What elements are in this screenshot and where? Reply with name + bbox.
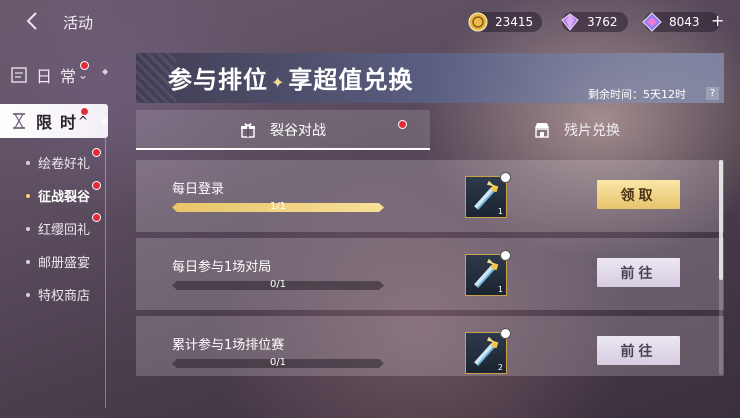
sidebar-item-label: 红缨回礼: [38, 223, 91, 238]
banner-title-part2: 享超值兑换: [288, 66, 414, 94]
bullet-dot: [26, 226, 30, 231]
gift-icon: [241, 123, 255, 138]
task-name: 每日参与1场对局: [172, 260, 272, 275]
notification-badge: [80, 107, 89, 116]
reward-count: 2: [497, 363, 503, 372]
remaining-time: 剩余时间：5天12时: [588, 88, 686, 101]
task-row: 累计参与1场排位赛 0/1 2 前往: [136, 316, 724, 376]
sidebar-item-label: 绘卷好礼: [38, 157, 91, 172]
progress-text: 0/1: [269, 279, 287, 290]
crystal-currency: 8043: [642, 12, 720, 32]
sidebar-item-label: 特权商店: [38, 289, 91, 304]
diamond-marker-icon: ◈: [101, 116, 108, 126]
shop-icon: [535, 123, 549, 138]
sidebar-divider: [105, 128, 106, 408]
sidebar-category-limited-label: 限时: [36, 113, 85, 132]
purple-gem-currency: 3762: [561, 12, 628, 32]
sidebar-item-label: 征战裂谷: [38, 190, 91, 205]
notification-badge: [92, 213, 101, 222]
crystal-amount: 8043: [669, 15, 700, 29]
timer-icon: [500, 328, 511, 339]
crystal-icon: [642, 12, 662, 32]
star-icon: ✦: [271, 73, 286, 92]
calendar-icon: [11, 67, 27, 83]
task-row: 每日登录 1/1 1 领取: [136, 160, 724, 232]
banner-title-part1: 参与排位: [168, 66, 268, 94]
task-name: 每日登录: [172, 182, 225, 197]
sidebar-category-limited[interactable]: 限时 ^: [0, 104, 108, 138]
task-row: 每日参与1场对局 0/1 1 前往: [136, 238, 724, 310]
tab-label: 残片兑换: [564, 123, 620, 139]
notification-badge: [80, 61, 89, 70]
sidebar-item-scroll-gift[interactable]: 绘卷好礼: [26, 153, 90, 172]
bullet-dot: [26, 193, 30, 198]
progress-text: 0/1: [269, 357, 287, 368]
active-tab-indicator: [136, 148, 430, 150]
reward-count: 1: [497, 285, 503, 294]
back-arrow-icon[interactable]: [22, 10, 44, 32]
chevron-up-icon: ^: [78, 114, 89, 128]
reward-count: 1: [497, 207, 503, 216]
chevron-down-icon: ⌄: [78, 68, 89, 82]
purple-gem-icon: [561, 13, 579, 31]
add-currency-button[interactable]: +: [711, 12, 724, 30]
sidebar-item-label: 邮册盛宴: [38, 256, 91, 271]
sidebar-category-daily-label: 日常: [36, 67, 85, 86]
bullet-dot: [26, 160, 30, 165]
sidebar-item-privilege-shop[interactable]: 特权商店: [26, 285, 90, 304]
sidebar-item-album-feast[interactable]: 邮册盛宴: [26, 252, 90, 271]
tab-label: 裂谷对战: [270, 123, 326, 139]
sidebar-category-daily[interactable]: 日常 ⌄: [0, 61, 105, 89]
bullet-dot: [26, 292, 30, 297]
gold-amount: 23415: [495, 15, 534, 29]
reward-item[interactable]: 1: [465, 250, 511, 296]
gold-currency: 23415: [468, 12, 542, 32]
hourglass-icon: [13, 113, 25, 129]
reward-item[interactable]: 1: [465, 172, 511, 218]
gold-coin-icon: [468, 12, 488, 32]
timer-icon: [500, 172, 511, 183]
sidebar-item-red-tassel-gift[interactable]: 红缨回礼: [26, 219, 90, 238]
notification-badge: [92, 148, 101, 157]
tab-shard-exchange[interactable]: 残片兑换: [430, 110, 724, 150]
purple-gem-amount: 3762: [587, 15, 618, 29]
banner-title: 参与排位 ✦ 享超值兑换: [168, 60, 413, 95]
notification-badge: [92, 181, 101, 190]
claim-button[interactable]: 领取: [597, 180, 680, 209]
bullet-dot: [26, 259, 30, 264]
help-icon[interactable]: ?: [706, 87, 719, 100]
sidebar-item-rift-campaign[interactable]: 征战裂谷: [26, 186, 90, 205]
notification-badge: [398, 120, 407, 129]
go-button[interactable]: 前往: [597, 258, 680, 287]
diamond-marker-icon: ◆: [102, 67, 109, 76]
reward-item[interactable]: 2: [465, 328, 511, 374]
timer-icon: [500, 250, 511, 261]
progress-text: 1/1: [269, 201, 287, 212]
go-button[interactable]: 前往: [597, 336, 680, 365]
task-name: 累计参与1场排位赛: [172, 338, 285, 353]
tab-rift-battle[interactable]: 裂谷对战: [136, 110, 430, 150]
scrollbar-thumb[interactable]: [719, 160, 723, 280]
page-title: 活动: [63, 14, 94, 32]
